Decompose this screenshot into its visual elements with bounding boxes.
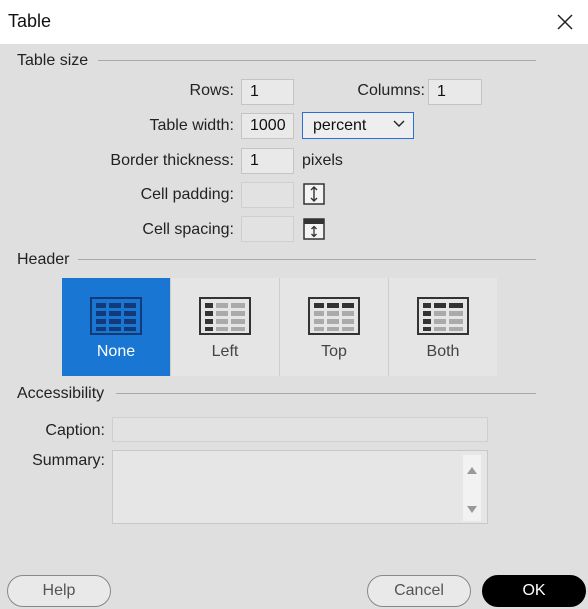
width-unit-select[interactable]: percent xyxy=(302,112,414,139)
rows-input[interactable]: 1 xyxy=(241,79,294,105)
table-size-title: Table size xyxy=(17,52,89,69)
table-width-input[interactable]: 1000 xyxy=(241,113,294,139)
header-top-label: Top xyxy=(321,343,347,360)
table-header-both-icon xyxy=(417,297,469,335)
border-thickness-label: Border thickness: xyxy=(110,152,234,169)
cell-spacing-input[interactable] xyxy=(241,216,294,242)
scroll-down-icon[interactable] xyxy=(466,505,478,515)
summary-scrollbar[interactable] xyxy=(463,455,481,521)
cell-padding-icon xyxy=(303,183,325,205)
summary-textarea[interactable] xyxy=(112,450,488,524)
cell-padding-input[interactable] xyxy=(241,182,294,208)
title-bar: Table xyxy=(0,0,588,44)
header-none-button[interactable]: None xyxy=(62,278,170,376)
columns-input[interactable]: 1 xyxy=(428,79,482,105)
ok-button[interactable]: OK xyxy=(482,575,586,607)
cell-spacing-label: Cell spacing: xyxy=(142,221,234,238)
caption-label: Caption: xyxy=(45,422,105,439)
header-both-label: Both xyxy=(426,343,460,360)
cell-spacing-icon xyxy=(303,218,325,240)
table-header-left-icon xyxy=(199,297,251,335)
header-none-label: None xyxy=(96,343,136,360)
header-both-button[interactable]: Both xyxy=(389,278,497,376)
border-thickness-input[interactable]: 1 xyxy=(241,148,294,174)
table-width-label: Table width: xyxy=(149,117,235,134)
accessibility-divider xyxy=(116,393,536,394)
table-header-none-icon xyxy=(90,297,142,335)
header-divider xyxy=(78,259,536,260)
border-unit-label: pixels xyxy=(302,152,343,169)
header-top-button[interactable]: Top xyxy=(280,278,388,376)
rows-label: Rows: xyxy=(189,82,234,99)
header-left-button[interactable]: Left xyxy=(171,278,279,376)
cancel-button[interactable]: Cancel xyxy=(367,575,471,607)
help-button[interactable]: Help xyxy=(7,575,111,607)
columns-label: Columns: xyxy=(357,82,425,99)
accessibility-title: Accessibility xyxy=(17,385,105,402)
close-icon xyxy=(557,14,573,30)
dialog-title: Table xyxy=(8,11,52,31)
caption-input[interactable] xyxy=(112,417,488,442)
close-button[interactable] xyxy=(542,0,588,44)
summary-label: Summary: xyxy=(32,452,105,469)
header-title: Header xyxy=(17,251,70,268)
cell-padding-label: Cell padding: xyxy=(140,186,234,203)
scroll-up-icon[interactable] xyxy=(466,465,478,475)
chevron-down-icon xyxy=(393,120,405,127)
header-left-label: Left xyxy=(211,343,239,360)
table-size-divider xyxy=(98,60,536,61)
table-header-top-icon xyxy=(308,297,360,335)
width-unit-value: percent xyxy=(313,117,367,134)
